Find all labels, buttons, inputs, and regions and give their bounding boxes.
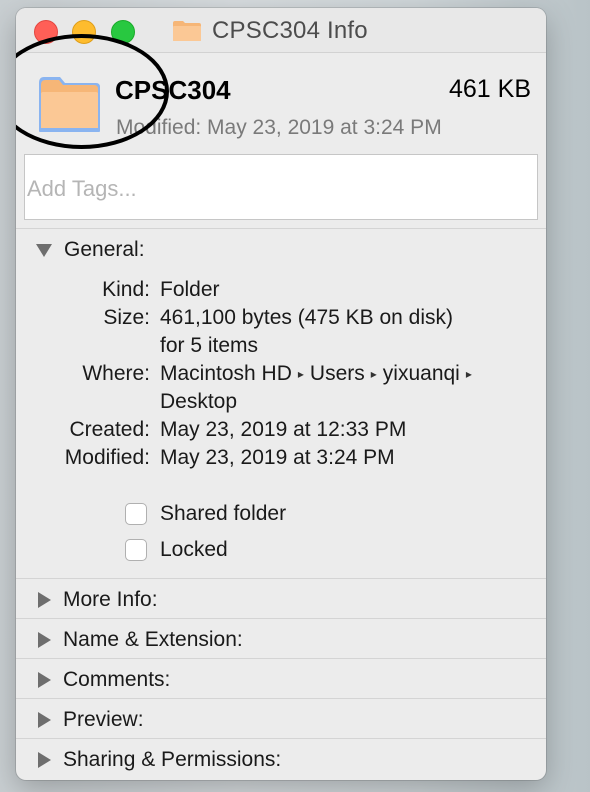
size-value: 461,100 bytes (475 KB on disk) bbox=[160, 306, 454, 329]
window-title: CPSC304 Info bbox=[212, 17, 368, 44]
item-size: 461 KB bbox=[448, 75, 531, 103]
info-row-created: Created: May 23, 2019 at 12:33 PM bbox=[16, 418, 546, 446]
divider bbox=[16, 738, 546, 739]
section-sharing-permissions[interactable]: Sharing & Permissions: bbox=[16, 740, 546, 780]
where-path[interactable]: Macintosh HD ▸ Users ▸ yixuanqi ▸ bbox=[160, 362, 478, 386]
created-label: Created: bbox=[69, 418, 150, 441]
divider bbox=[16, 578, 546, 579]
close-button[interactable] bbox=[34, 20, 58, 44]
item-name: CPSC304 bbox=[115, 75, 231, 105]
section-name-extension[interactable]: Name & Extension: bbox=[16, 620, 546, 660]
disclosure-collapsed-icon[interactable] bbox=[38, 712, 51, 728]
kind-label: Kind: bbox=[102, 278, 150, 301]
minimize-button[interactable] bbox=[72, 20, 96, 44]
title-folder-icon bbox=[173, 21, 201, 41]
shared-folder-checkbox[interactable] bbox=[125, 503, 147, 525]
info-row-where-cont: Desktop bbox=[16, 390, 546, 418]
tags-input[interactable] bbox=[24, 154, 538, 220]
folder-icon[interactable] bbox=[36, 73, 102, 135]
info-row-kind: Kind: Folder bbox=[16, 278, 546, 306]
info-row-modified: Modified: May 23, 2019 at 3:24 PM bbox=[16, 446, 546, 474]
item-modified-date: Modified: May 23, 2019 at 3:24 PM bbox=[116, 116, 442, 139]
created-value: May 23, 2019 at 12:33 PM bbox=[160, 418, 407, 441]
disclosure-collapsed-icon[interactable] bbox=[38, 672, 51, 688]
modified-value: May 23, 2019 at 3:24 PM bbox=[160, 446, 395, 469]
path-separator-icon: ▸ bbox=[370, 367, 377, 381]
info-window: CPSC304 Info CPSC304 461 KB Modified: Ma… bbox=[16, 8, 546, 780]
disclosure-collapsed-icon[interactable] bbox=[38, 592, 51, 608]
section-comments-label: Comments: bbox=[63, 668, 171, 691]
section-more-info[interactable]: More Info: bbox=[16, 580, 546, 620]
divider bbox=[16, 618, 546, 619]
path-user: yixuanqi bbox=[382, 362, 460, 385]
window-title-group: CPSC304 Info bbox=[172, 16, 368, 46]
zoom-button[interactable] bbox=[111, 20, 135, 44]
info-row-size-items: for 5 items bbox=[16, 334, 546, 362]
section-preview[interactable]: Preview: bbox=[16, 700, 546, 740]
section-comments[interactable]: Comments: bbox=[16, 660, 546, 700]
path-desktop: Desktop bbox=[160, 390, 238, 413]
shared-folder-row[interactable]: Shared folder bbox=[125, 502, 286, 526]
section-more-info-label: More Info: bbox=[63, 588, 158, 611]
size-item-count: for 5 items bbox=[160, 334, 259, 357]
section-sharing-permissions-label: Sharing & Permissions: bbox=[63, 748, 282, 771]
disclosure-expanded-icon[interactable] bbox=[36, 243, 52, 257]
locked-row[interactable]: Locked bbox=[125, 538, 228, 562]
section-general[interactable]: General: bbox=[16, 230, 546, 270]
size-label: Size: bbox=[103, 306, 150, 329]
info-row-where: Where: Macintosh HD ▸ Users ▸ yixuanqi ▸ bbox=[16, 362, 546, 390]
locked-checkbox[interactable] bbox=[125, 539, 147, 561]
section-preview-label: Preview: bbox=[63, 708, 144, 731]
divider bbox=[16, 698, 546, 699]
disclosure-collapsed-icon[interactable] bbox=[38, 632, 51, 648]
path-users: Users bbox=[309, 362, 365, 385]
where-label: Where: bbox=[82, 362, 150, 385]
shared-folder-label[interactable]: Shared folder bbox=[160, 502, 286, 526]
section-general-label: General: bbox=[64, 238, 145, 261]
modified-label: Modified: bbox=[64, 446, 150, 469]
title-bar[interactable]: CPSC304 Info bbox=[16, 8, 546, 53]
info-row-size: Size: 461,100 bytes (475 KB on disk) bbox=[16, 306, 546, 334]
divider bbox=[16, 658, 546, 659]
section-name-extension-label: Name & Extension: bbox=[63, 628, 243, 651]
item-header: CPSC304 461 KB Modified: May 23, 2019 at… bbox=[16, 53, 546, 148]
kind-value: Folder bbox=[160, 278, 220, 301]
general-info: Kind: Folder Size: 461,100 bytes (475 KB… bbox=[16, 278, 546, 474]
path-volume: Macintosh HD bbox=[160, 362, 292, 385]
path-separator-icon: ▸ bbox=[465, 367, 472, 381]
disclosure-collapsed-icon[interactable] bbox=[38, 752, 51, 768]
locked-label[interactable]: Locked bbox=[160, 538, 228, 562]
path-separator-icon: ▸ bbox=[297, 367, 304, 381]
divider bbox=[16, 228, 546, 229]
